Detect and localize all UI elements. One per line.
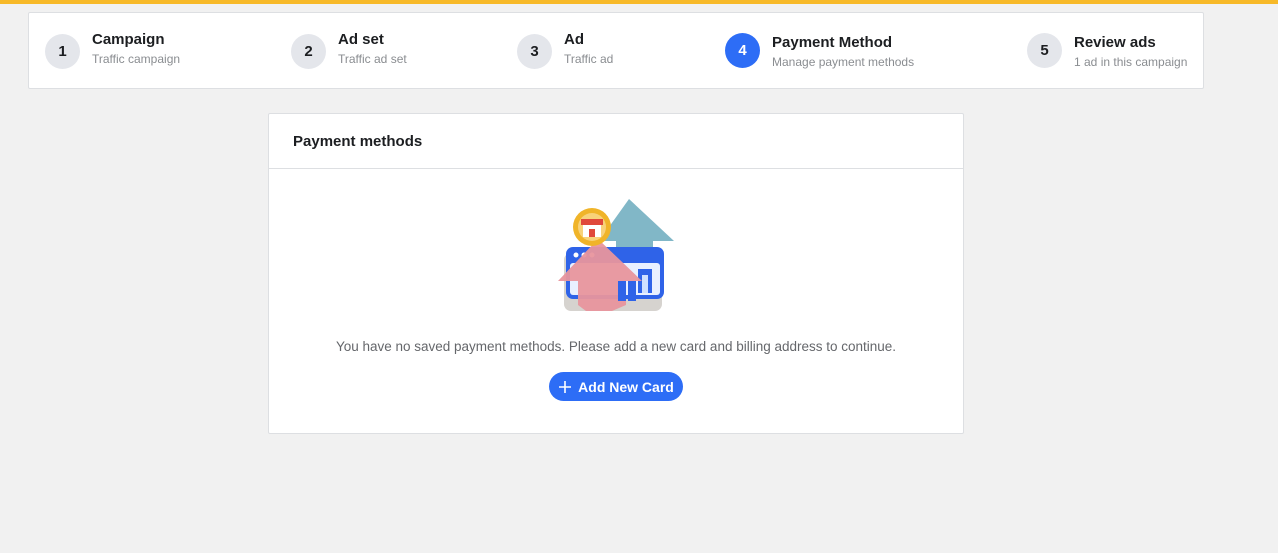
top-accent-bar xyxy=(0,0,1278,4)
step-number: 3 xyxy=(517,34,552,69)
step-subtitle: Traffic campaign xyxy=(92,52,181,66)
step-number: 2 xyxy=(291,34,326,69)
step-title: Review ads xyxy=(1074,34,1156,51)
panel-header: Payment methods xyxy=(269,114,963,169)
step-title: Ad set xyxy=(338,31,384,48)
step-title: Ad xyxy=(564,31,584,48)
empty-state-message: You have no saved payment methods. Pleas… xyxy=(335,339,897,354)
store-card-arrows-illustration xyxy=(558,199,674,311)
step-title: Campaign xyxy=(92,31,165,48)
step-number: 1 xyxy=(45,34,80,69)
step-title: Payment Method xyxy=(772,34,893,51)
step-review-ads[interactable]: 5 Review ads 1 ad in this campaign xyxy=(1027,13,1203,88)
step-subtitle: Traffic ad xyxy=(564,52,614,66)
step-number: 4 xyxy=(725,33,760,68)
step-subtitle: Manage payment methods xyxy=(772,55,915,69)
step-payment-method[interactable]: 4 Payment Method Manage payment methods xyxy=(725,13,1005,88)
campaign-stepper: 1 Campaign Traffic campaign 2 Ad set Tra… xyxy=(28,12,1204,89)
step-subtitle: Traffic ad set xyxy=(338,52,407,66)
panel-title: Payment methods xyxy=(293,133,423,150)
step-ad-set[interactable]: 2 Ad set Traffic ad set xyxy=(291,13,501,88)
step-subtitle: 1 ad in this campaign xyxy=(1074,55,1188,69)
add-new-card-button[interactable]: Add New Card xyxy=(549,372,683,401)
step-number: 5 xyxy=(1027,33,1062,68)
plus-icon xyxy=(559,380,572,393)
add-new-card-label: Add New Card xyxy=(578,378,674,395)
payment-methods-panel: Payment methods You have no saved paymen… xyxy=(268,113,964,434)
step-ad[interactable]: 3 Ad Traffic ad xyxy=(517,13,707,88)
step-campaign[interactable]: 1 Campaign Traffic campaign xyxy=(45,13,275,88)
